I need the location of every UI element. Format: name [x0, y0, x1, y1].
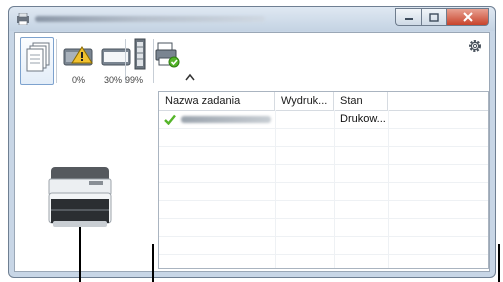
minimize-button[interactable]	[395, 8, 421, 26]
title-bar[interactable]	[9, 7, 495, 31]
checkmark-icon	[164, 114, 176, 125]
table-row	[159, 165, 488, 183]
toner-level-1: 0%	[72, 75, 86, 85]
column-header-status[interactable]: Stan	[334, 92, 388, 110]
paper-tab[interactable]: 99%	[125, 37, 151, 85]
minimize-icon	[404, 18, 413, 20]
status-monitor-window: 0% 30% 99% Nazwa zadania Wydruk... Stan …	[8, 6, 496, 278]
toner-cartridge-icon	[63, 46, 93, 66]
separator	[153, 39, 154, 83]
table-row	[159, 237, 488, 255]
device-status-tab[interactable]	[155, 37, 181, 85]
table-row	[159, 183, 488, 201]
callout-line	[498, 244, 500, 282]
job-status-cell: Drukow...	[340, 113, 386, 125]
column-header-empty	[388, 92, 489, 110]
settings-gear-icon[interactable]	[467, 38, 483, 54]
column-header-job-name[interactable]: Nazwa zadania	[159, 92, 275, 110]
callout-line	[79, 227, 81, 282]
maximize-button[interactable]	[421, 8, 447, 26]
paper-tray-icon	[134, 38, 146, 70]
print-job-tab[interactable]	[20, 37, 54, 85]
column-header-printed[interactable]: Wydruk...	[275, 92, 334, 110]
job-name-cell	[181, 111, 271, 128]
table-row	[159, 147, 488, 165]
close-icon	[462, 12, 473, 22]
status-toolbar: 0% 30% 99%	[15, 33, 489, 88]
toner-level-2: 30%	[104, 75, 123, 85]
window-title	[35, 16, 265, 22]
separator	[56, 39, 57, 83]
callout-line	[152, 244, 154, 282]
job-list[interactable]: Nazwa zadania Wydruk... Stan Drukow...	[158, 91, 489, 269]
job-name	[181, 116, 271, 123]
paper-level: 99%	[125, 75, 144, 85]
table-row[interactable]: Drukow...	[159, 111, 488, 129]
maximize-icon	[429, 12, 439, 22]
printer-ok-icon	[155, 42, 180, 68]
table-row	[159, 219, 488, 237]
table-row	[159, 129, 488, 147]
printer-image	[48, 167, 112, 227]
app-icon	[17, 13, 29, 25]
client-area: 0% 30% 99% Nazwa zadania Wydruk... Stan …	[14, 32, 490, 272]
collapse-caret-icon[interactable]	[185, 73, 195, 81]
document-stack-icon	[26, 42, 50, 72]
close-button[interactable]	[447, 8, 489, 26]
table-row	[159, 201, 488, 219]
device-panel	[15, 88, 157, 271]
job-list-header: Nazwa zadania Wydruk... Stan	[159, 92, 488, 111]
window-controls	[395, 8, 489, 27]
